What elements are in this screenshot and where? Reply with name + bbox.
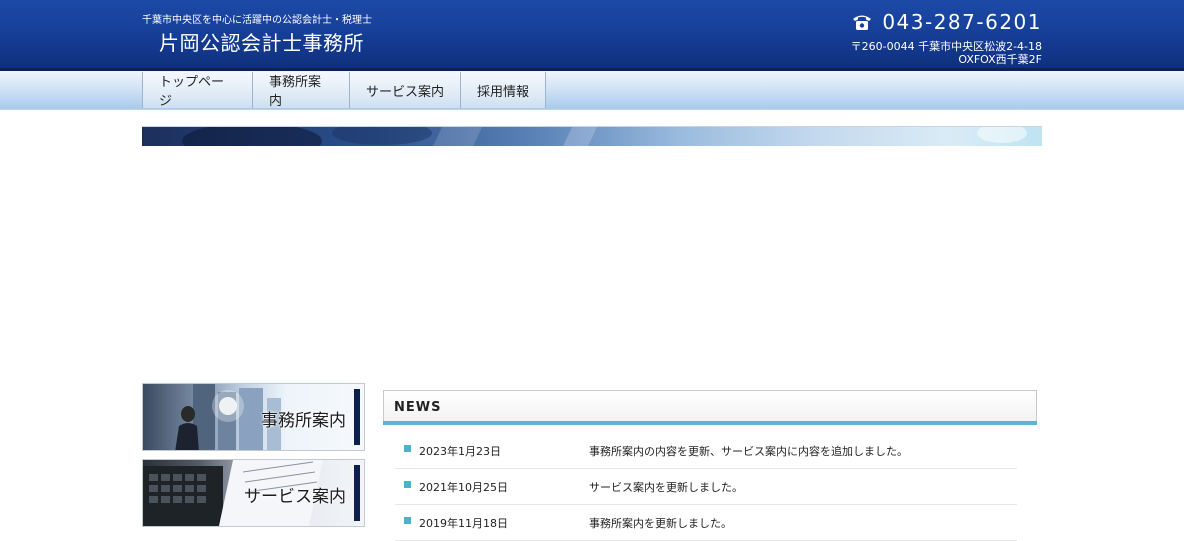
news-date: 2019年11月18日	[419, 517, 508, 530]
hero-banner	[142, 126, 1042, 146]
news-title: NEWS	[394, 400, 442, 415]
address-line-1: 〒260-0044 千葉市中央区松波2-4-18	[850, 40, 1042, 53]
nav-items: トップページ 事務所案内 サービス案内 採用情報	[142, 71, 546, 109]
banner-edge	[354, 465, 360, 521]
news-text: サービス案内を更新しました。	[589, 481, 743, 494]
phone-number: 043-287-6201	[852, 10, 1042, 34]
news-header: NEWS	[383, 390, 1037, 422]
nav-item-services[interactable]: サービス案内	[349, 72, 460, 108]
bullet-icon	[404, 481, 411, 488]
news-item: 2023年1月23日 事務所案内の内容を更新、サービス案内に内容を追加しました。	[395, 433, 1017, 469]
banner-edge	[354, 389, 360, 445]
news-item: 2021年10月25日 サービス案内を更新しました。	[395, 469, 1017, 505]
site-title[interactable]: 片岡公認会計士事務所	[159, 27, 364, 56]
address-line-2: OXFOX西千葉2F	[958, 53, 1042, 66]
service-guide-banner[interactable]: サービス案内	[142, 459, 365, 527]
news-list: 2023年1月23日 事務所案内の内容を更新、サービス案内に内容を追加しました。…	[395, 433, 1017, 541]
news-text: 事務所案内を更新しました。	[589, 517, 732, 530]
site-header: 千葉市中央区を中心に活躍中の公認会計士・税理士 片岡公認会計士事務所 043-2…	[0, 0, 1184, 70]
phone-icon	[853, 15, 872, 30]
main-nav: トップページ 事務所案内 サービス案内 採用情報	[0, 71, 1184, 110]
service-guide-label: サービス案内	[244, 487, 346, 507]
news-date: 2021年10月25日	[419, 481, 508, 494]
office-guide-banner[interactable]: 事務所案内	[142, 383, 365, 451]
office-guide-label: 事務所案内	[261, 411, 346, 431]
phone-text: 043-287-6201	[882, 10, 1042, 34]
news-date: 2023年1月23日	[419, 445, 501, 458]
nav-item-recruit[interactable]: 採用情報	[460, 72, 546, 108]
bullet-icon	[404, 445, 411, 452]
hero-banner-graphic	[182, 127, 1027, 146]
bullet-icon	[404, 517, 411, 524]
nav-item-office[interactable]: 事務所案内	[252, 72, 349, 109]
news-item: 2019年11月18日 事務所案内を更新しました。	[395, 505, 1017, 541]
news-text: 事務所案内の内容を更新、サービス案内に内容を追加しました。	[589, 445, 908, 458]
news-accent-bar	[383, 421, 1037, 425]
nav-item-top[interactable]: トップページ	[142, 72, 252, 109]
site-tagline: 千葉市中央区を中心に活躍中の公認会計士・税理士	[142, 15, 372, 26]
office-address: 〒260-0044 千葉市中央区松波2-4-18 OXFOX西千葉2F	[851, 40, 1042, 66]
